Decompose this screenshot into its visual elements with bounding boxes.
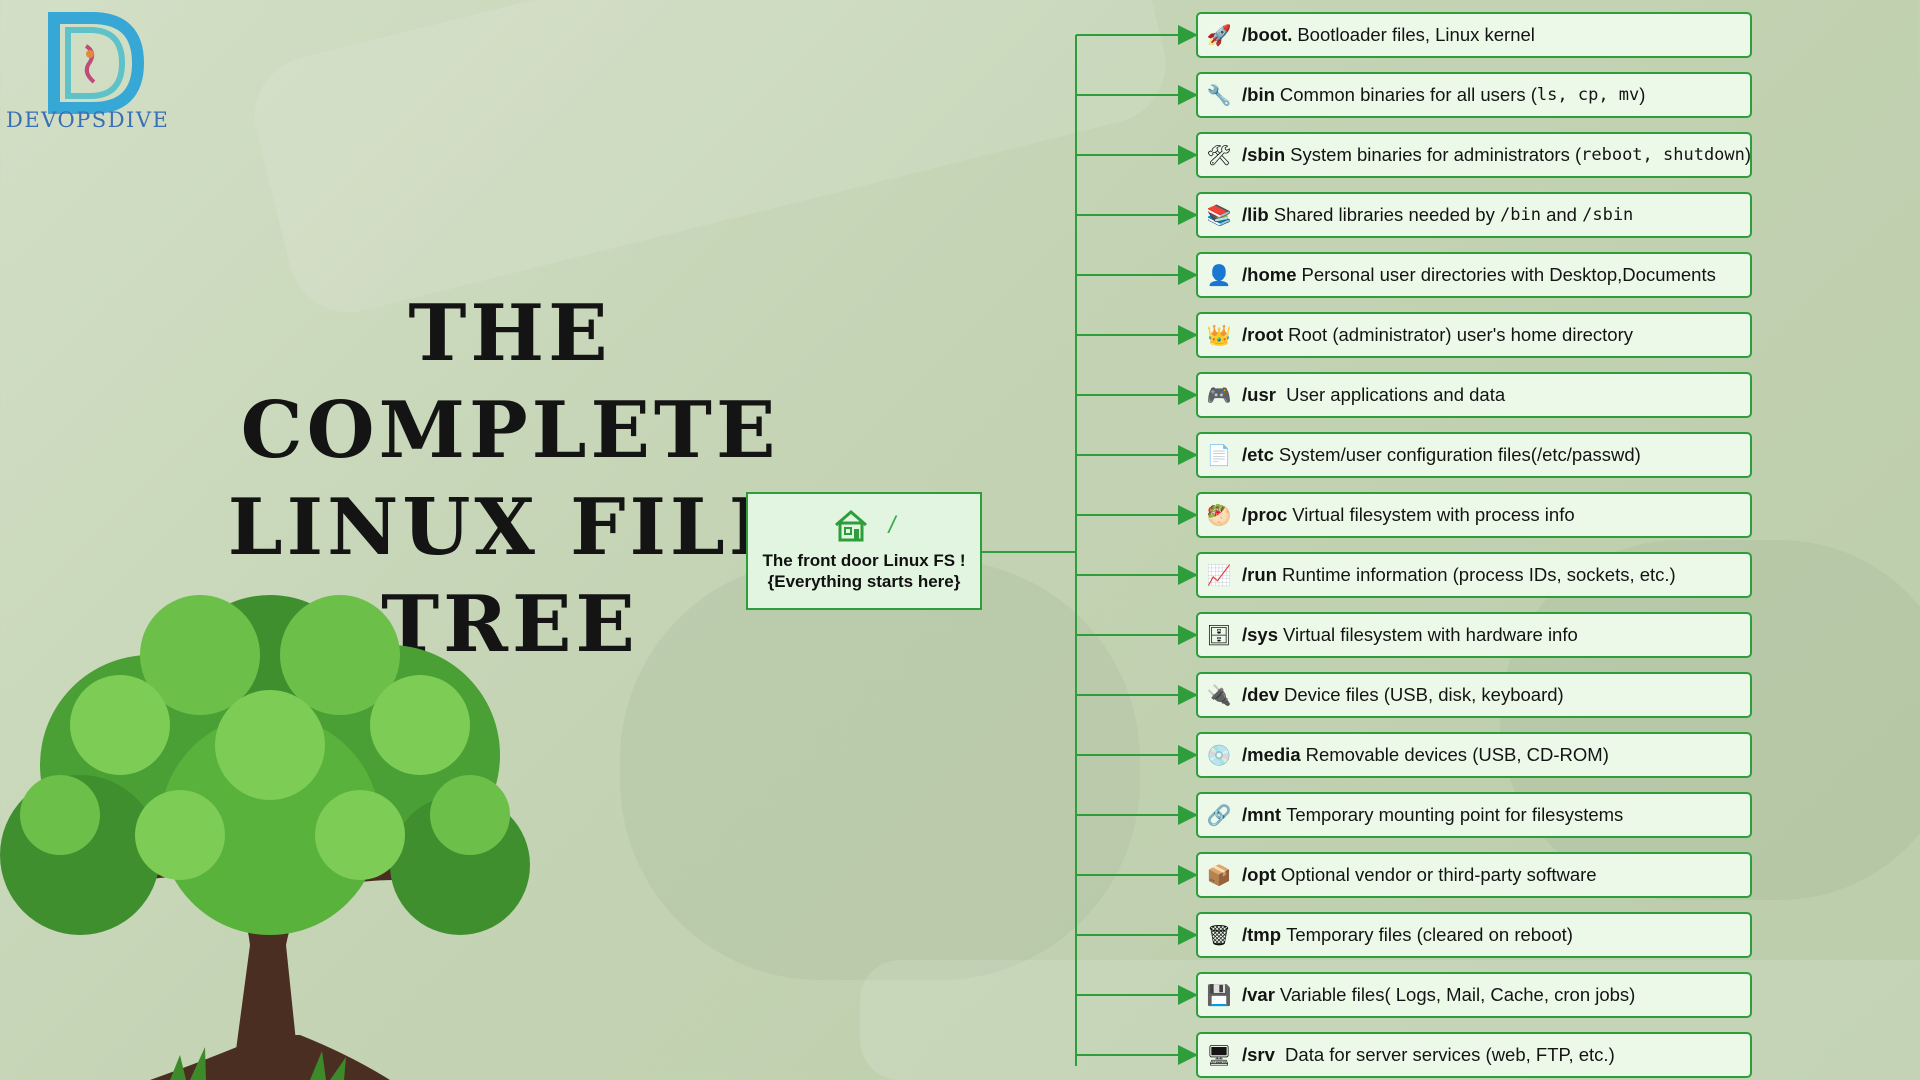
directory-name: /etc <box>1242 444 1274 465</box>
directory-description: Removable devices (USB, CD-ROM) <box>1305 744 1609 765</box>
root-directory-node: / The front door Linux FS ! {Everything … <box>746 492 982 610</box>
directory-name: /lib <box>1242 204 1269 225</box>
directory-name: /opt <box>1242 864 1276 885</box>
directory-node-mnt: 🔗 /mnt Temporary mounting point for filesy… <box>1196 792 1752 838</box>
directory-name: /srv <box>1242 1044 1275 1065</box>
directory-node-usr: 🎮 /usr User applications and data <box>1196 372 1752 418</box>
directory-description: Virtual filesystem with process info <box>1292 504 1575 525</box>
directory-node-proc: 🥙 /proc Virtual filesystem with process in… <box>1196 492 1752 538</box>
directory-node-sbin: 🛠 /sbin System binaries for administrators… <box>1196 132 1752 178</box>
directory-code: /bin <box>1500 205 1541 225</box>
directory-node-home: 👤 /home Personal user directories with Des… <box>1196 252 1752 298</box>
disc-icon: 💿 <box>1206 744 1232 767</box>
directory-node-dev: 🔌 /dev Device files (USB, disk, keyboard) <box>1196 672 1752 718</box>
server-box-icon: 🖥 <box>1206 1044 1232 1067</box>
directory-name: /sys <box>1242 624 1279 645</box>
directory-description: Shared libraries needed by <box>1273 204 1500 225</box>
directory-description: Temporary files (cleared on reboot) <box>1286 924 1573 945</box>
chart-monitor-icon: 📈 <box>1206 564 1232 587</box>
directory-name: /dev <box>1242 684 1280 705</box>
plug-icon: 🔌 <box>1206 684 1232 707</box>
directory-node-bin: 🔧 /bin Common binaries for all users (ls, … <box>1196 72 1752 118</box>
directory-node-media: 💿 /media Removable devices (USB, CD-ROM) <box>1196 732 1752 778</box>
house-icon <box>834 510 867 542</box>
directory-node-run: 📈 /run Runtime information (process IDs, s… <box>1196 552 1752 598</box>
directory-description: Optional vendor or third-party software <box>1280 864 1597 885</box>
gamepad-icon: 🎮 <box>1206 384 1232 407</box>
directory-name: /run <box>1242 564 1277 585</box>
directory-node-boot: 🚀 /boot. Bootloader files, Linux kernel <box>1196 12 1752 58</box>
directory-name: /boot. <box>1242 24 1293 45</box>
root-subdescription: {Everything starts here} <box>767 572 961 591</box>
directory-name: /usr <box>1242 384 1276 405</box>
directory-description: System binaries for administrators ( <box>1290 144 1582 165</box>
directory-description-mid: and <box>1540 204 1583 225</box>
crown-icon: 👑 <box>1206 324 1232 347</box>
document-icon: 📄 <box>1206 444 1232 467</box>
directory-description: Virtual filesystem with hardware info <box>1283 624 1578 645</box>
root-description: The front door Linux FS ! <box>762 551 966 570</box>
root-slash: / <box>888 512 896 539</box>
directory-description: Bootloader files, Linux kernel <box>1297 24 1535 45</box>
directory-description: Variable files( Logs, Mail, Cache, cron … <box>1279 984 1636 1005</box>
directory-name: /mnt <box>1242 804 1282 825</box>
directory-node-etc: 📄 /etc System/user configuration files(/et… <box>1196 432 1752 478</box>
trash-icon: 🗑 <box>1206 924 1232 947</box>
directory-code: reboot, shutdown <box>1581 145 1745 165</box>
directory-name: /home <box>1242 264 1297 285</box>
package-icon: 📦 <box>1206 864 1232 887</box>
link-icon: 🔗 <box>1206 804 1232 827</box>
rocket-icon: 🚀 <box>1206 24 1232 47</box>
user-icon: 👤 <box>1206 264 1232 287</box>
directory-name: /proc <box>1242 504 1288 525</box>
directory-node-root: 👑 /root Root (administrator) user's home d… <box>1196 312 1752 358</box>
books-icon: 📚 <box>1206 204 1232 227</box>
directory-name: /root <box>1242 324 1284 345</box>
directory-description: Root (administrator) user's home directo… <box>1288 324 1633 345</box>
directory-description: System/user configuration files(/etc/pas… <box>1278 444 1641 465</box>
directory-name: /sbin <box>1242 144 1286 165</box>
directory-node-sys: 🗄 /sys Virtual filesystem with hardware in… <box>1196 612 1752 658</box>
directory-description: Temporary mounting point for filesystems <box>1286 804 1624 825</box>
directory-description: Device files (USB, disk, keyboard) <box>1284 684 1564 705</box>
directory-name: /tmp <box>1242 924 1282 945</box>
directory-node-opt: 📦 /opt Optional vendor or third-party soft… <box>1196 852 1752 898</box>
processor-icon: 🥙 <box>1206 504 1232 527</box>
directory-node-lib: 📚 /lib Shared libraries needed by /bin and… <box>1196 192 1752 238</box>
directory-description: Data for server services (web, FTP, etc.… <box>1279 1044 1615 1065</box>
server-icon: 🗄 <box>1206 624 1232 647</box>
directory-name: /bin <box>1242 84 1275 105</box>
directory-description: Common binaries for all users ( <box>1279 84 1537 105</box>
directory-node-srv: 🖥 /srv Data for server services (web, FTP… <box>1196 1032 1752 1078</box>
wrench-icon: 🔧 <box>1206 84 1232 107</box>
hammer-wrench-icon: 🛠 <box>1206 144 1232 167</box>
directory-description: User applications and data <box>1280 384 1506 405</box>
directory-name: /media <box>1242 744 1301 765</box>
directory-code: /sbin <box>1582 205 1634 225</box>
directory-description: Runtime information (process IDs, socket… <box>1281 564 1676 585</box>
directory-description-tail: ) <box>1639 84 1646 105</box>
directory-node-tmp: 🗑 /tmp Temporary files (cleared on reboot) <box>1196 912 1752 958</box>
directory-node-var: 💾 /var Variable files( Logs, Mail, Cache, … <box>1196 972 1752 1018</box>
directory-code: ls, cp, mv <box>1536 85 1640 105</box>
floppy-disk-icon: 💾 <box>1206 984 1232 1007</box>
directory-description-tail: ) <box>1744 144 1752 165</box>
directory-description: Personal user directories with Desktop,D… <box>1301 264 1716 285</box>
directory-name: /var <box>1242 984 1275 1005</box>
